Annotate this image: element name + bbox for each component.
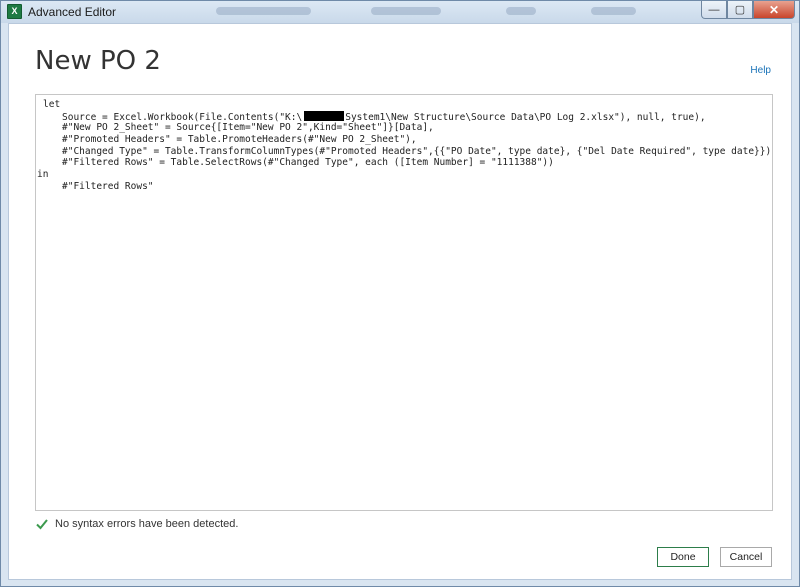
close-button[interactable]: ✕ xyxy=(753,1,795,19)
code-text: Source = Excel.Workbook(File.Contents("K… xyxy=(62,111,303,123)
code-editor[interactable]: let Source = Excel.Workbook(File.Content… xyxy=(35,94,773,511)
excel-app-icon: X xyxy=(7,4,22,19)
code-line: #"Filtered Rows" = Table.SelectRows(#"Ch… xyxy=(62,157,554,169)
background-window-title-blur xyxy=(591,7,636,15)
background-window-title-blur xyxy=(506,7,536,15)
code-line: #"New PO 2_Sheet" = Source{[Item="New PO… xyxy=(62,122,434,134)
window-title: Advanced Editor xyxy=(28,5,117,19)
checkmark-icon xyxy=(36,519,48,530)
title-bar[interactable]: X Advanced Editor — ▢ ✕ xyxy=(1,1,799,23)
code-line: #"Changed Type" = Table.TransformColumnT… xyxy=(62,145,773,157)
page-title: New PO 2 xyxy=(35,46,161,76)
code-line: #"Promoted Headers" = Table.PromoteHeade… xyxy=(62,134,417,146)
redaction-box xyxy=(304,110,345,121)
window-controls: — ▢ ✕ xyxy=(701,1,795,19)
background-window-title-blur xyxy=(216,7,311,15)
code-line: let xyxy=(43,99,61,110)
background-window-title-blur xyxy=(371,7,441,15)
maximize-icon: ▢ xyxy=(734,4,746,16)
minimize-button[interactable]: — xyxy=(701,1,727,19)
minimize-icon: — xyxy=(708,3,720,16)
advanced-editor-window: X Advanced Editor — ▢ ✕ New PO 2 Help le… xyxy=(0,0,800,587)
code-line: Source = Excel.Workbook(File.Contents("K… xyxy=(36,110,772,123)
code-text: System1\New Structure\Source Data\PO Log… xyxy=(345,111,706,123)
editor-dialog-body: New PO 2 Help let Source = Excel.Workboo… xyxy=(8,23,792,580)
maximize-button[interactable]: ▢ xyxy=(727,1,753,19)
done-button[interactable]: Done xyxy=(657,547,709,567)
code-line: #"Filtered Rows" xyxy=(62,180,154,192)
status-message: No syntax errors have been detected. xyxy=(55,518,239,530)
close-icon: ✕ xyxy=(768,2,780,17)
code-line: in xyxy=(37,169,49,181)
cancel-button[interactable]: Cancel xyxy=(720,547,772,567)
syntax-status: No syntax errors have been detected. xyxy=(35,516,238,532)
help-link[interactable]: Help xyxy=(750,65,771,76)
